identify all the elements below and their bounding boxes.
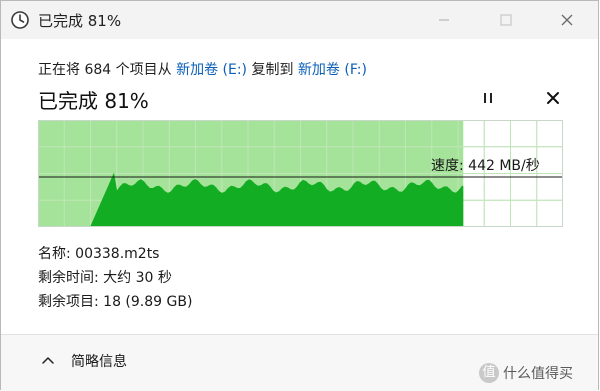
progress-heading: 已完成 81%	[38, 89, 149, 113]
copy-progress-window: 已完成 81% 正在将 684 个项目从 新加卷 (E:) 复制到 新加卷 (F…	[0, 0, 599, 391]
watermark-text: 什么值得买	[503, 366, 573, 382]
minimize-icon[interactable]	[433, 9, 455, 31]
items-remaining: 剩余项目: 18 (9.89 GB)	[38, 294, 193, 310]
file-name: 名称: 00338.m2ts	[38, 246, 160, 262]
source-link[interactable]: 新加卷 (E:)	[176, 62, 247, 78]
pause-icon[interactable]	[475, 86, 501, 110]
copy-prefix: 正在将 684 个项目从	[38, 62, 177, 78]
watermark-logo: 值	[479, 363, 499, 383]
clock-icon	[11, 11, 29, 29]
window-title: 已完成 81%	[38, 12, 122, 30]
close-icon[interactable]	[541, 86, 565, 110]
fewer-details-toggle[interactable]: 简略信息	[71, 351, 127, 371]
speed-label: 速度: 442 MB/秒	[431, 158, 540, 174]
watermark: 值 什么值得买	[479, 363, 573, 383]
copy-middle: 复制到	[247, 62, 298, 78]
time-remaining: 剩余时间: 大约 30 秒	[38, 270, 172, 286]
maximize-icon[interactable]	[495, 9, 517, 31]
copy-description: 正在将 684 个项目从 新加卷 (E:) 复制到 新加卷 (F:)	[38, 59, 367, 79]
destination-link[interactable]: 新加卷 (F:)	[298, 62, 367, 78]
chevron-up-icon[interactable]	[41, 353, 55, 367]
close-window-icon[interactable]	[556, 9, 578, 31]
title-bar[interactable]: 已完成 81%	[1, 1, 598, 39]
